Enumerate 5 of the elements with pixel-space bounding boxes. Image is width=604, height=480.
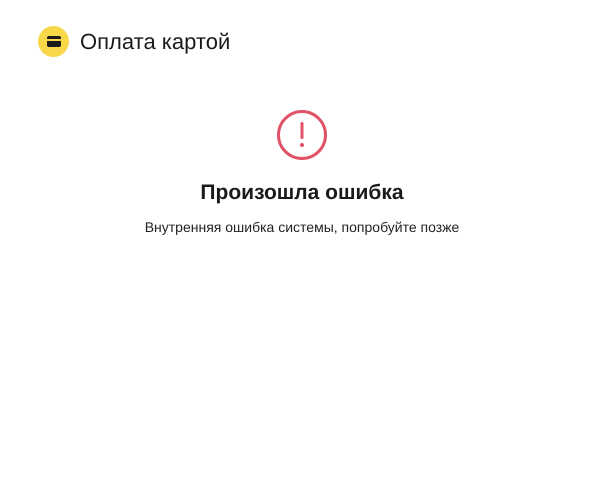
card-icon — [38, 26, 69, 57]
error-message: Внутренняя ошибка системы, попробуйте позже — [144, 219, 460, 235]
error-title: Произошла ошибка — [200, 181, 404, 205]
page-title: Оплата картой — [80, 28, 230, 54]
error-icon — [276, 109, 328, 161]
